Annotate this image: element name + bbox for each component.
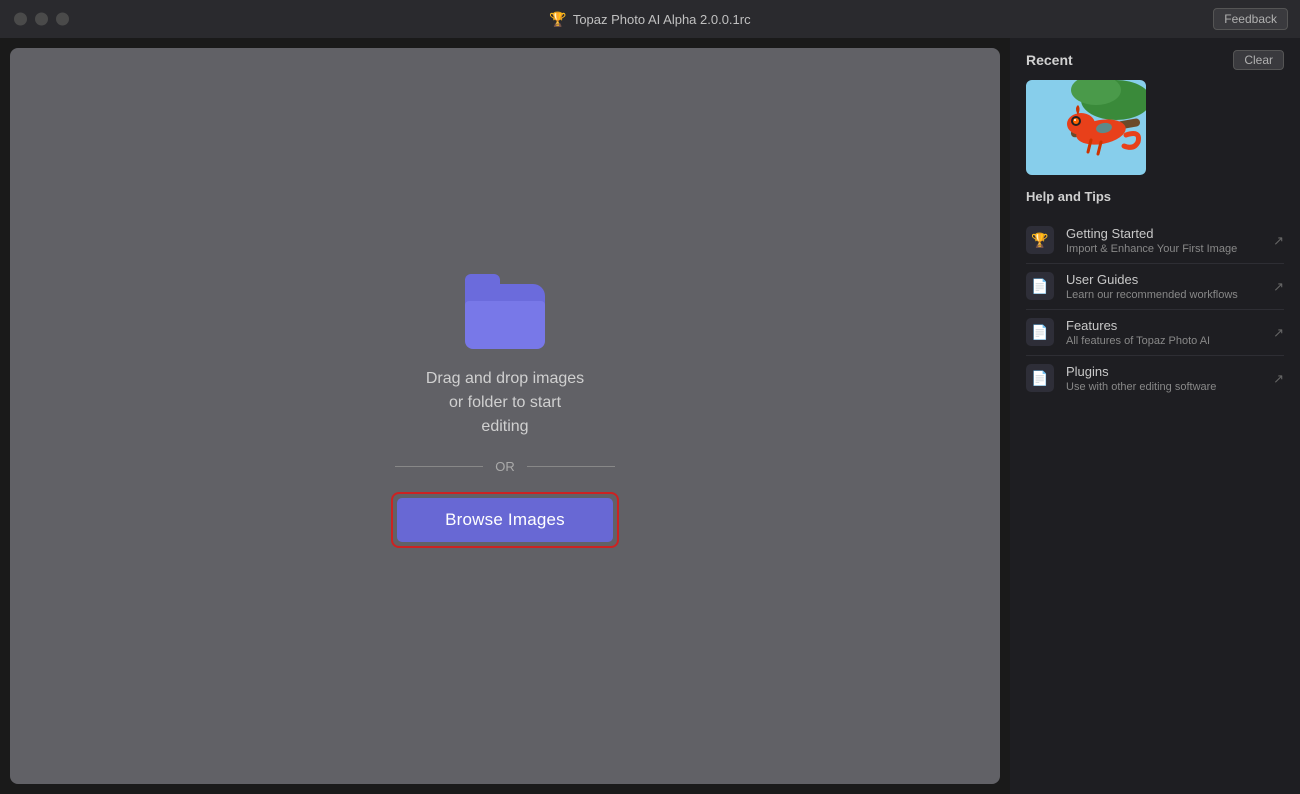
features-desc: All features of Topaz Photo AI	[1066, 335, 1261, 347]
app-title: 🏆 Topaz Photo AI Alpha 2.0.0.1rc	[549, 11, 750, 28]
maximize-button[interactable]	[56, 13, 69, 26]
plugins-icon: 📄	[1026, 364, 1054, 392]
features-text: Features All features of Topaz Photo AI	[1066, 318, 1261, 347]
help-items-list: 🏆 Getting Started Import & Enhance Your …	[1026, 218, 1284, 401]
folder-icon	[465, 284, 545, 349]
browse-button-wrapper: Browse Images	[391, 492, 619, 548]
getting-started-desc: Import & Enhance Your First Image	[1066, 243, 1261, 255]
external-link-icon-1: ↗	[1273, 279, 1284, 295]
title-bar: 🏆 Topaz Photo AI Alpha 2.0.0.1rc Feedbac…	[0, 0, 1300, 38]
clear-button[interactable]: Clear	[1233, 50, 1284, 70]
window-controls	[14, 13, 69, 26]
or-line-left	[395, 466, 483, 467]
help-tips-title: Help and Tips	[1026, 189, 1284, 204]
plugins-text: Plugins Use with other editing software	[1066, 364, 1261, 393]
plugins-title: Plugins	[1066, 364, 1261, 379]
feedback-button[interactable]: Feedback	[1213, 8, 1288, 30]
getting-started-text: Getting Started Import & Enhance Your Fi…	[1066, 226, 1261, 255]
user-guides-icon: 📄	[1026, 272, 1054, 300]
getting-started-icon: 🏆	[1026, 226, 1054, 254]
features-icon: 📄	[1026, 318, 1054, 346]
main-area: Drag and drop images or folder to start …	[0, 38, 1300, 794]
getting-started-title: Getting Started	[1066, 226, 1261, 241]
help-item-user-guides[interactable]: 📄 User Guides Learn our recommended work…	[1026, 264, 1284, 310]
recent-header: Recent Clear	[1026, 50, 1284, 70]
or-text: OR	[495, 459, 515, 474]
trophy-icon: 🏆	[549, 11, 566, 28]
or-divider: OR	[395, 459, 615, 474]
user-guides-title: User Guides	[1066, 272, 1261, 287]
user-guides-desc: Learn our recommended workflows	[1066, 289, 1261, 301]
help-item-plugins[interactable]: 📄 Plugins Use with other editing softwar…	[1026, 356, 1284, 401]
help-item-getting-started[interactable]: 🏆 Getting Started Import & Enhance Your …	[1026, 218, 1284, 264]
help-item-features[interactable]: 📄 Features All features of Topaz Photo A…	[1026, 310, 1284, 356]
or-line-right	[527, 466, 615, 467]
recent-thumbnail[interactable]	[1026, 80, 1146, 175]
external-link-icon-3: ↗	[1273, 371, 1284, 387]
close-button[interactable]	[14, 13, 27, 26]
drag-drop-text: Drag and drop images or folder to start …	[426, 367, 584, 439]
external-link-icon-2: ↗	[1273, 325, 1284, 341]
plugins-desc: Use with other editing software	[1066, 381, 1261, 393]
drop-zone[interactable]: Drag and drop images or folder to start …	[10, 48, 1000, 784]
recent-label: Recent	[1026, 52, 1073, 68]
minimize-button[interactable]	[35, 13, 48, 26]
features-title: Features	[1066, 318, 1261, 333]
user-guides-text: User Guides Learn our recommended workfl…	[1066, 272, 1261, 301]
thumbnail-image	[1026, 80, 1146, 175]
sidebar: Recent Clear	[1010, 38, 1300, 794]
browse-images-button[interactable]: Browse Images	[397, 498, 613, 542]
external-link-icon-0: ↗	[1273, 233, 1284, 249]
